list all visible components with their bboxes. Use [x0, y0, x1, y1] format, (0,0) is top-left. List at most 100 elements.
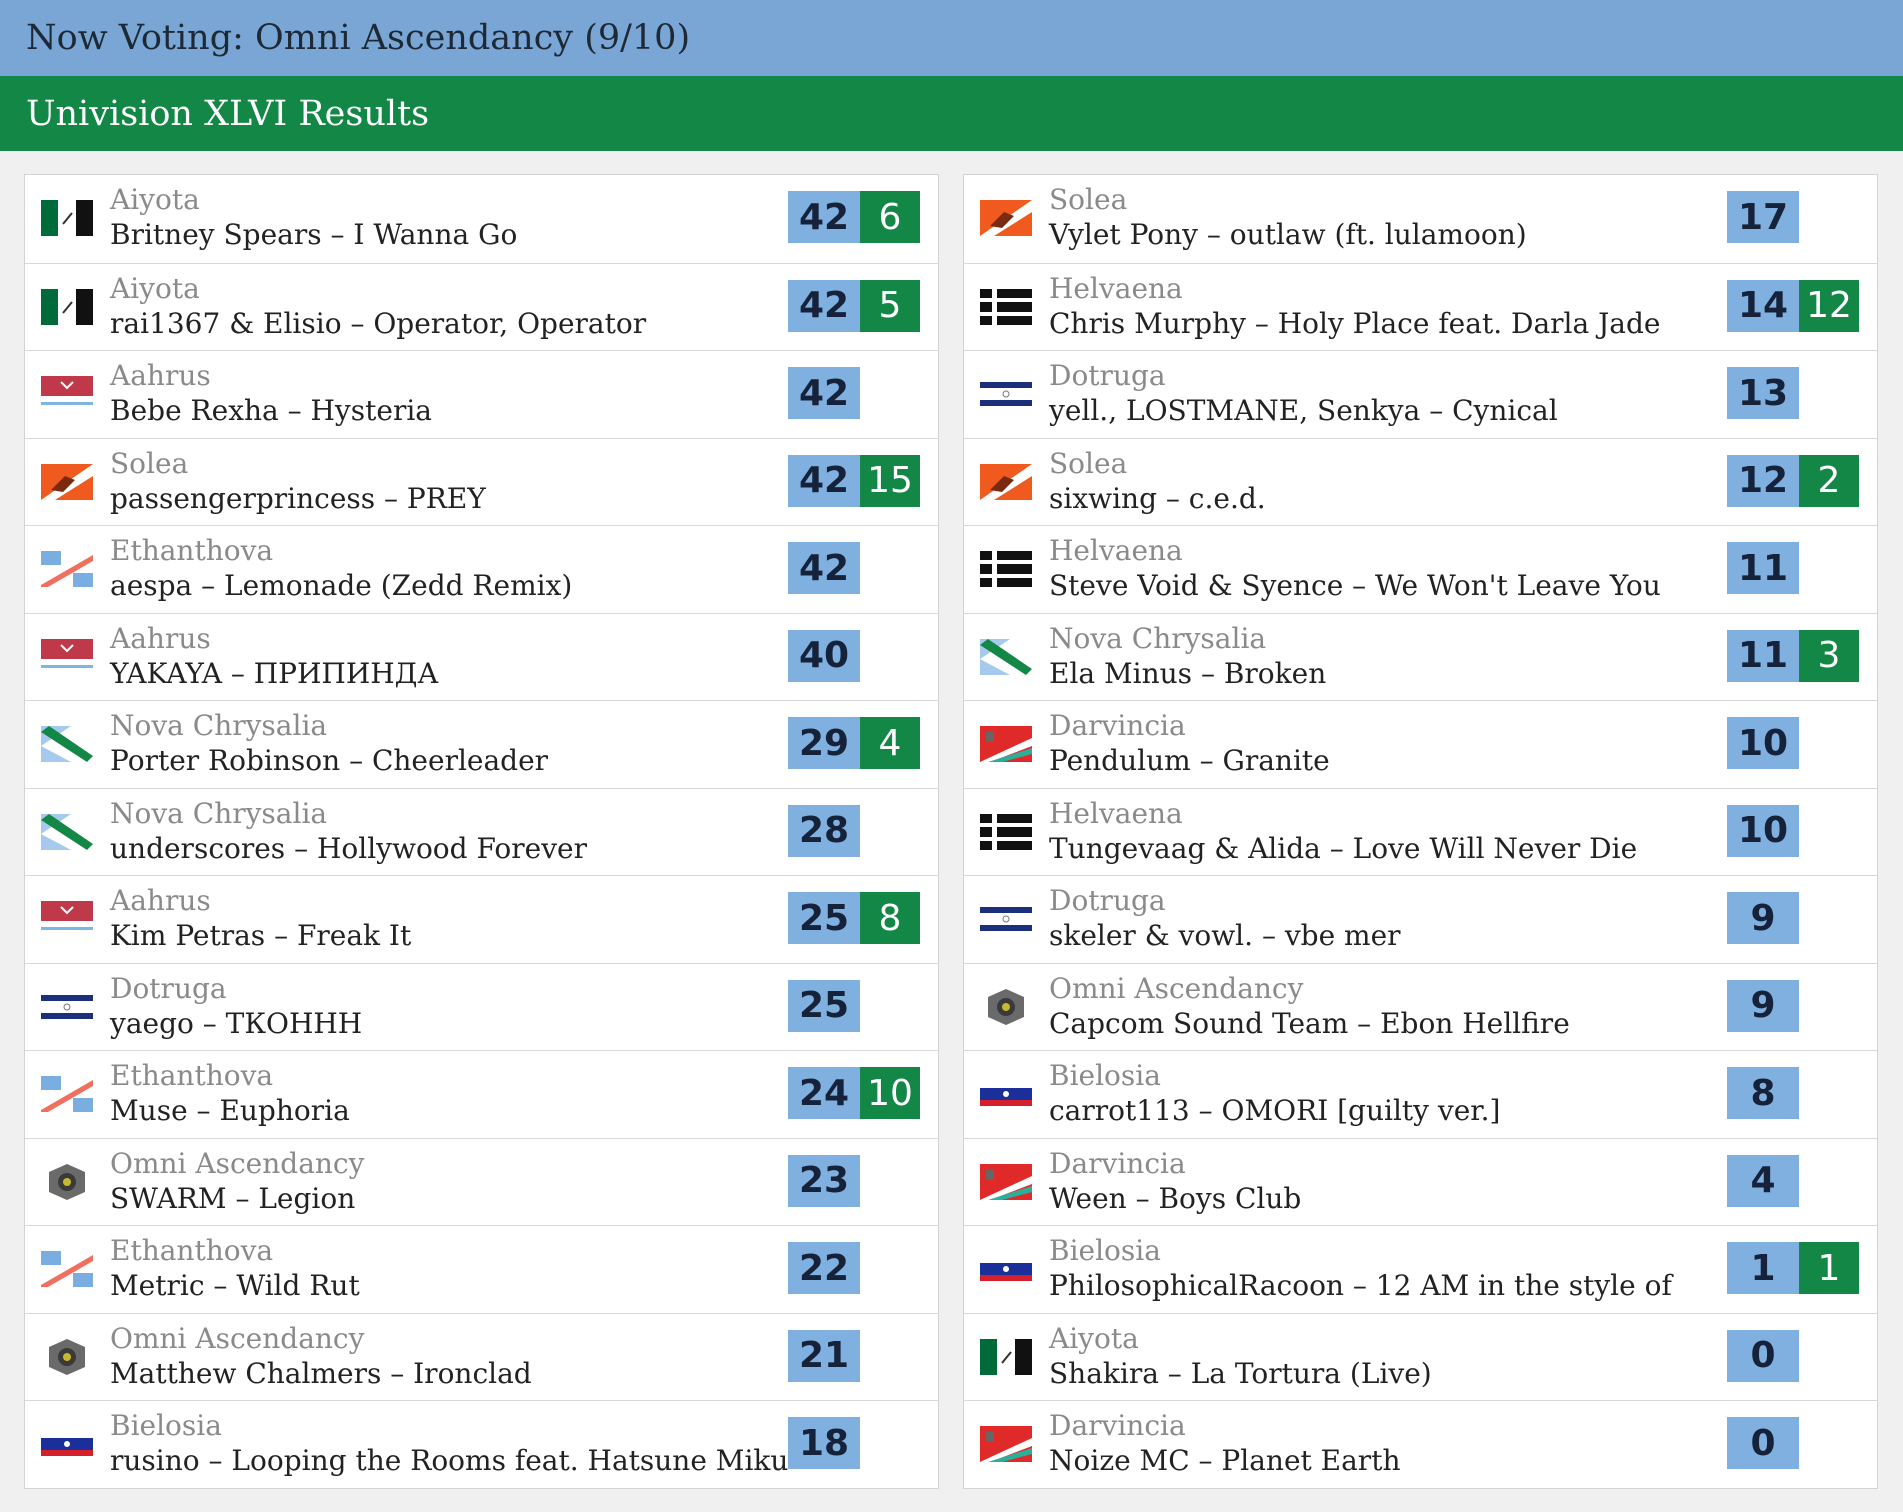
nova-chrysalia-flag-icon	[980, 638, 1032, 675]
result-row: Aiyota Britney Spears – I Wanna Go 42 6	[25, 175, 938, 263]
result-row: Ethanthova aespa – Lemonade (Zedd Remix) 4…	[25, 525, 938, 613]
song-title: Britney Spears – I Wanna Go	[110, 218, 518, 251]
ethanthova-flag-icon	[41, 1076, 93, 1112]
result-row: Aiyota Shakira – La Tortura (Live) 0	[964, 1312, 1877, 1401]
country-name: Ethanthova	[110, 1059, 274, 1092]
results-title: Univision XLVI Results	[26, 93, 430, 134]
song-title: Vylet Pony – outlaw (ft. lulamoon)	[1049, 218, 1527, 251]
total-points-badge: 11	[1727, 542, 1799, 594]
received-points-badge: 2	[1799, 454, 1859, 507]
result-row: Aahrus YAKAYA – ПРИПИНДА 40	[25, 612, 938, 701]
aahrus-flag-icon	[41, 638, 93, 675]
total-points-badge: 40	[788, 629, 860, 682]
total-points-badge: 28	[788, 804, 860, 857]
song-title: rusino – Looping the Rooms feat. Hatsune…	[110, 1444, 789, 1477]
song-title: carrot113 – OMORI [guilty ver.]	[1049, 1094, 1501, 1127]
helvaena-flag-icon	[980, 551, 1032, 587]
country-name: Aahrus	[110, 359, 211, 392]
result-row: Darvincia Ween – Boys Club 4	[964, 1137, 1877, 1226]
country-name: Omni Ascendancy	[1049, 971, 1304, 1005]
song-title: Bebe Rexha – Hysteria	[110, 394, 432, 427]
result-row: Ethanthova Muse – Euphoria 24 10	[25, 1050, 938, 1138]
now-voting-banner: Now Voting: Omni Ascendancy (9/10)	[0, 0, 1903, 76]
result-row: Solea Vylet Pony – outlaw (ft. lulamoon) 1…	[964, 175, 1877, 263]
results-columns: Aiyota Britney Spears – I Wanna Go 42 6 Aiy…	[24, 174, 1878, 1489]
solea-flag-icon	[980, 463, 1032, 500]
total-points-badge: 25	[788, 979, 860, 1032]
solea-flag-icon	[41, 463, 93, 500]
result-row: Solea sixwing – c.e.d. 12 2	[964, 437, 1877, 526]
dotruga-flag-icon	[41, 988, 93, 1025]
song-title: Pendulum – Granite	[1049, 744, 1330, 777]
country-name: Darvincia	[1049, 1409, 1186, 1442]
song-title: Tungevaag & Alida – Love Will Never Die	[1049, 831, 1638, 865]
country-name: Omni Ascendancy	[110, 1321, 365, 1355]
total-points-badge: 17	[1727, 191, 1799, 243]
result-row: Omni Ascendancy SWARM – Legion 23	[25, 1137, 938, 1226]
country-name: Bielosia	[110, 1409, 222, 1442]
total-points-badge: 42	[788, 367, 860, 419]
results-header: Univision XLVI Results	[0, 76, 1903, 151]
total-points-badge: 13	[1727, 367, 1799, 419]
received-points-badge: 1	[1799, 1242, 1859, 1294]
result-row: Bielosia rusino – Looping the Rooms feat.…	[25, 1400, 938, 1488]
country-name: Helvaena	[1049, 271, 1183, 305]
ethanthova-flag-icon	[41, 1251, 93, 1287]
song-title: aespa – Lemonade (Zedd Remix)	[110, 569, 573, 602]
aahrus-flag-icon	[41, 901, 93, 937]
total-points-badge: 10	[1727, 804, 1799, 857]
received-points-badge: 15	[860, 454, 920, 507]
bielosia-flag-icon	[980, 1251, 1032, 1287]
song-title: Matthew Chalmers – Ironclad	[110, 1356, 532, 1390]
solea-flag-icon	[980, 200, 1032, 236]
song-title: yell., LOSTMANE, Senkya – Cynical	[1049, 394, 1558, 427]
song-title: underscores – Hollywood Forever	[110, 831, 587, 865]
dotruga-flag-icon	[980, 901, 1032, 937]
bielosia-flag-icon	[980, 1076, 1032, 1112]
country-name: Nova Chrysalia	[1049, 621, 1267, 655]
ethanthova-flag-icon	[41, 551, 93, 587]
total-points-badge: 10	[1727, 717, 1799, 769]
darvincia-flag-icon	[980, 726, 1032, 762]
result-row: Dotruga skeler & vowl. – vbe mer 9	[964, 875, 1877, 963]
song-title: PhilosophicalRacoon – 12 AM in the style…	[1049, 1269, 1672, 1302]
total-points-badge: 9	[1727, 979, 1799, 1032]
bielosia-flag-icon	[41, 1426, 93, 1462]
result-row: Bielosia carrot113 – OMORI [guilty ver.] 8	[964, 1050, 1877, 1138]
aiyota-flag-icon	[41, 288, 93, 325]
total-points-badge: 42	[788, 454, 860, 507]
total-points-badge: 11	[1727, 629, 1799, 682]
song-title: Chris Murphy – Holy Place feat. Darla Ja…	[1049, 306, 1661, 340]
received-points-badge: 5	[860, 279, 920, 332]
total-points-badge: 8	[1727, 1067, 1799, 1119]
received-points-badge: 8	[860, 892, 920, 944]
result-row: Solea passengerprincess – PREY 42 15	[25, 437, 938, 526]
aiyota-flag-icon	[41, 200, 93, 236]
country-name: Ethanthova	[110, 534, 274, 567]
aiyota-flag-icon	[980, 1338, 1032, 1375]
song-title: Kim Petras – Freak It	[110, 919, 412, 952]
results-column-left: Aiyota Britney Spears – I Wanna Go 42 6 Aiy…	[24, 174, 939, 1489]
total-points-badge: 14	[1727, 279, 1799, 332]
total-points-badge: 18	[788, 1417, 860, 1469]
total-points-badge: 42	[788, 279, 860, 332]
result-row: Dotruga yell., LOSTMANE, Senkya – Cynical…	[964, 350, 1877, 438]
total-points-badge: 25	[788, 892, 860, 944]
result-row: Dotruga yaego – ТКОННН 25	[25, 962, 938, 1051]
dotruga-flag-icon	[980, 376, 1032, 412]
country-name: Bielosia	[1049, 1234, 1161, 1267]
song-title: Muse – Euphoria	[110, 1094, 350, 1127]
country-name: Bielosia	[1049, 1059, 1161, 1092]
result-row: Helvaena Chris Murphy – Holy Place feat. …	[964, 262, 1877, 351]
country-name: Dotruga	[110, 971, 227, 1005]
song-title: Steve Void & Syence – We Won't Leave You	[1049, 569, 1661, 602]
song-title: Ween – Boys Club	[1049, 1181, 1302, 1215]
total-points-badge: 23	[788, 1154, 860, 1207]
song-title: rai1367 & Elisio – Operator, Operator	[110, 306, 647, 340]
country-name: Aiyota	[110, 271, 200, 305]
total-points-badge: 21	[788, 1329, 860, 1382]
song-title: YAKAYA – ПРИПИНДА	[110, 656, 439, 690]
song-title: passengerprincess – PREY	[110, 481, 486, 515]
country-name: Darvincia	[1049, 709, 1186, 742]
result-row: Nova Chrysalia Porter Robinson – Cheerlea…	[25, 700, 938, 788]
